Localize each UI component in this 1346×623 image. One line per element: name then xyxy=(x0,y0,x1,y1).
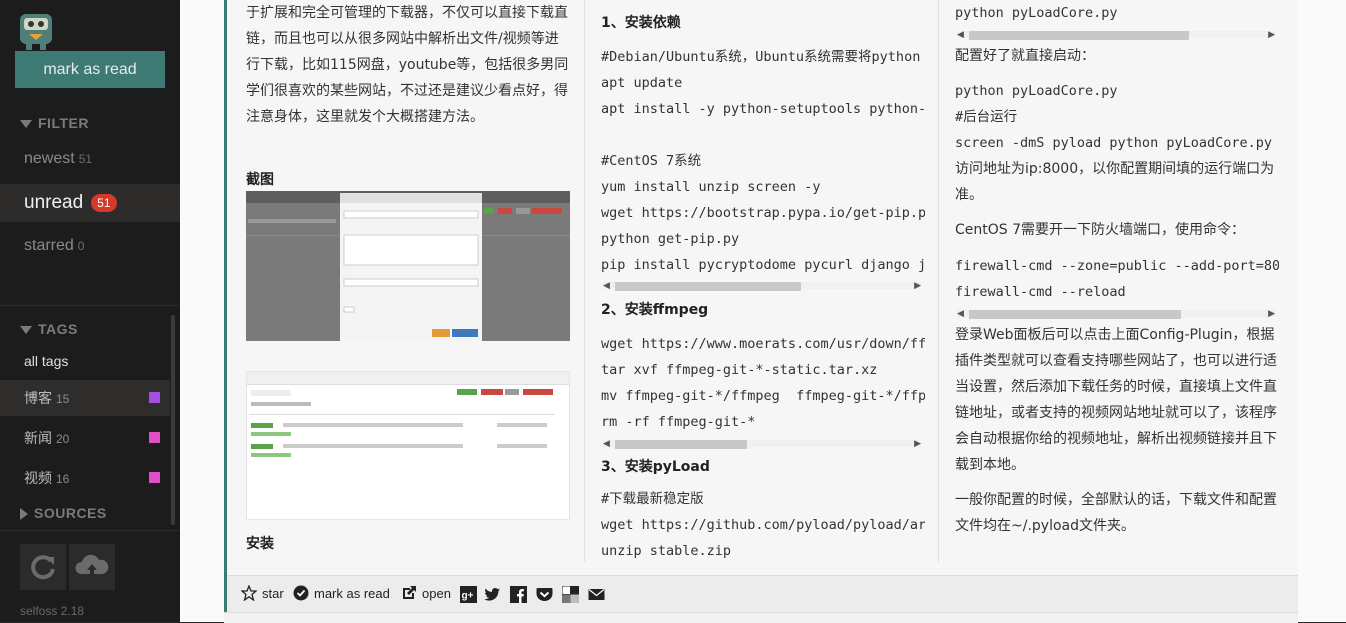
code-line: python pyLoadCore.py xyxy=(955,5,1118,21)
article-paragraph: 访问地址为ip:8000，以你配置期间填的运行端口为准。 xyxy=(955,161,1275,203)
svg-text:g+: g+ xyxy=(462,591,474,602)
filter-newest[interactable]: newest 51 xyxy=(0,140,180,178)
star-icon xyxy=(240,584,258,602)
twitter-icon[interactable] xyxy=(484,586,501,603)
step-2-heading: 2、安装ffmpeg xyxy=(601,302,709,318)
google-plus-icon[interactable]: g+ xyxy=(460,586,477,603)
article-column-3: python pyLoadCore.py ◀ ▶ 配置好了就直接启动： pyth… xyxy=(955,0,1279,562)
article-column-2: 1、安装依赖 #Debian/Ubuntu系统，Ubuntu系统需要将pytho… xyxy=(601,0,925,562)
sidebar: mark as read FILTER newest 51 unread 51 st… xyxy=(0,0,180,622)
tag-color-swatch xyxy=(149,432,160,443)
filter-starred[interactable]: starred 0 xyxy=(0,227,180,265)
email-icon[interactable] xyxy=(588,586,605,603)
mark-all-read-button[interactable]: mark as read xyxy=(15,51,165,88)
scroll-left-icon[interactable]: ◀ xyxy=(957,309,964,319)
screenshot-heading: 截图 xyxy=(246,172,274,188)
code-block-ffmpeg: wget https://www.moerats.com/usr/down/ff… xyxy=(601,336,925,430)
code-scrollbar[interactable]: ◀ ▶ xyxy=(955,306,1277,320)
code-scrollbar[interactable]: ◀ ▶ xyxy=(601,436,923,450)
scrollbar-thumb[interactable] xyxy=(615,282,801,291)
tag-item-video[interactable]: 视频 16 xyxy=(0,460,170,496)
chevron-down-icon xyxy=(20,326,32,335)
scrollbar-thumb[interactable] xyxy=(969,310,1181,319)
article-paragraph: 一般你配置的时候，全部默认的话，下载文件和配置文件均在~/.pyload文件夹。 xyxy=(955,492,1277,534)
scrollbar-thumb[interactable] xyxy=(615,440,747,449)
next-article-item[interactable] xyxy=(224,612,1298,623)
unread-count-badge: 51 xyxy=(91,193,117,212)
tag-item-news[interactable]: 新闻 20 xyxy=(0,420,170,456)
code-scrollbar[interactable]: ◀ ▶ xyxy=(601,278,923,292)
open-button[interactable]: open xyxy=(401,585,451,603)
article-content: 于扩展和完全可管理的下载器，不仅可以直接下载直链，而且也可以从很多网站中解析出文… xyxy=(227,0,1298,575)
filter-unread[interactable]: unread 51 xyxy=(0,184,180,222)
scroll-left-icon[interactable]: ◀ xyxy=(957,30,964,40)
sources-heading[interactable]: SOURCES xyxy=(20,503,107,523)
scroll-right-icon[interactable]: ▶ xyxy=(1268,309,1275,319)
tag-color-swatch xyxy=(149,392,160,403)
refresh-icon xyxy=(31,555,55,580)
column-divider xyxy=(938,0,939,562)
article-paragraph: 登录Web面板后可以点击上面Config-Plugin，根据插件类型就可以查看支… xyxy=(955,327,1277,473)
code-block-dependencies: #Debian/Ubuntu系统，Ubuntu系统需要将python apt u… xyxy=(601,49,925,273)
article-paragraph: 配置好了就直接启动： xyxy=(955,48,1095,64)
article-paragraph: 于扩展和完全可管理的下载器，不仅可以直接下载直链，而且也可以从很多网站中解析出文… xyxy=(246,5,569,125)
divider xyxy=(0,530,180,531)
facebook-icon[interactable] xyxy=(510,586,527,603)
pyload-add-package-screenshot[interactable] xyxy=(246,191,570,341)
delicious-icon[interactable] xyxy=(562,586,579,603)
selfoss-logo-icon xyxy=(16,10,56,52)
scroll-right-icon[interactable]: ▶ xyxy=(1268,30,1275,40)
code-block-firewall: firewall-cmd --zone=public --add-port=80… xyxy=(955,258,1279,300)
scroll-left-icon[interactable]: ◀ xyxy=(603,281,610,291)
main-content: 于扩展和完全可管理的下载器，不仅可以直接下载直链，而且也可以从很多网站中解析出文… xyxy=(180,0,1346,623)
chevron-right-icon xyxy=(20,508,28,521)
step-1-heading: 1、安装依赖 xyxy=(601,15,681,31)
version-label: selfoss 2.18 xyxy=(20,604,85,618)
scroll-right-icon[interactable]: ▶ xyxy=(914,281,921,291)
scrollbar-thumb[interactable] xyxy=(969,31,1189,40)
mark-as-read-button[interactable]: mark as read xyxy=(293,585,390,603)
check-circle-icon xyxy=(293,585,309,601)
article-paragraph: CentOS 7需要开一下防火墙端口，使用命令： xyxy=(955,222,1246,238)
divider xyxy=(0,305,180,306)
cloud-upload-icon xyxy=(75,554,109,576)
pocket-icon[interactable] xyxy=(536,586,553,603)
code-block-run: python pyLoadCore.py #后台运行 screen -dmS p… xyxy=(955,83,1272,151)
tag-item-blog[interactable]: 博客 15 xyxy=(0,380,170,416)
external-link-icon xyxy=(403,586,416,599)
tag-color-swatch xyxy=(149,472,160,483)
code-scrollbar[interactable]: ◀ ▶ xyxy=(955,27,1277,41)
sync-button[interactable] xyxy=(69,544,115,590)
code-block-pyload: #下载最新稳定版 wget https://github.com/pyload/… xyxy=(601,491,925,559)
tags-heading[interactable]: TAGS xyxy=(20,319,78,339)
refresh-button[interactable] xyxy=(20,544,66,590)
sidebar-scrollbar[interactable] xyxy=(171,315,175,525)
install-heading: 安装 xyxy=(246,536,274,552)
column-divider xyxy=(584,0,585,562)
pyload-active-downloads-screenshot[interactable] xyxy=(246,371,570,520)
article-action-bar: star mark as read open g+ xyxy=(227,575,1298,613)
filter-heading[interactable]: FILTER xyxy=(20,113,89,133)
chevron-down-icon xyxy=(20,120,32,129)
tag-all-tags[interactable]: all tags xyxy=(0,343,170,379)
star-button[interactable]: star xyxy=(240,584,284,603)
step-3-heading: 3、安装pyLoad xyxy=(601,459,710,475)
scroll-right-icon[interactable]: ▶ xyxy=(914,439,921,449)
article-column-1: 于扩展和完全可管理的下载器，不仅可以直接下载直链，而且也可以从很多网站中解析出文… xyxy=(246,0,572,560)
scroll-left-icon[interactable]: ◀ xyxy=(603,439,610,449)
